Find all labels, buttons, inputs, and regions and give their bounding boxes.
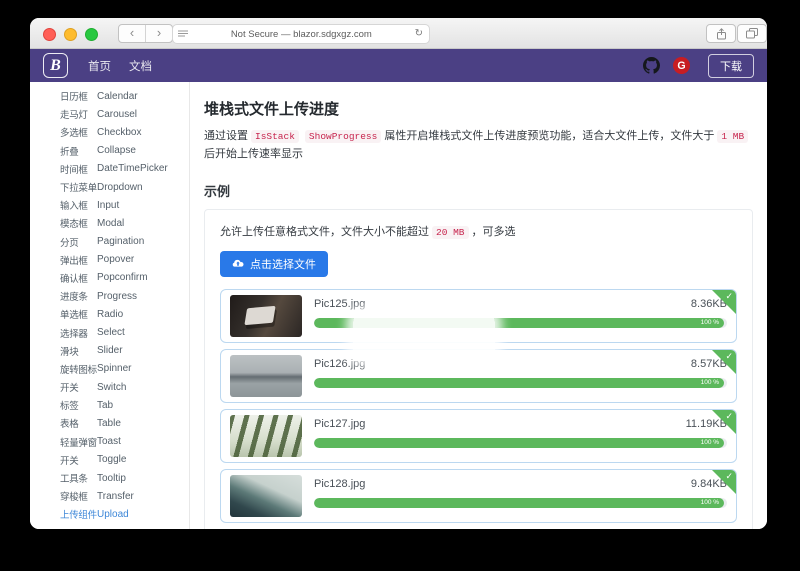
progress-fill: 100 % xyxy=(314,378,724,388)
app-navbar: B 首页 文档 G 下载 xyxy=(30,49,767,82)
progress-bar: 100 % xyxy=(314,498,727,508)
progress-bar: 100 % xyxy=(314,378,727,388)
github-icon[interactable] xyxy=(643,57,660,74)
reload-icon[interactable]: ↻ xyxy=(415,29,423,39)
window-controls xyxy=(43,28,98,41)
sidebar-item-popover[interactable]: 弹出框Popover xyxy=(30,251,189,269)
sidebar-item-tooltip[interactable]: 工具条Tooltip xyxy=(30,469,189,487)
minimize-window-button[interactable] xyxy=(64,28,77,41)
choose-file-button[interactable]: 点击选择文件 xyxy=(220,251,328,277)
component-sidebar: 日历框Calendar 走马灯Carousel 多选框Checkbox 折叠Co… xyxy=(30,82,190,529)
sidebar-item-input[interactable]: 输入框Input xyxy=(30,196,189,214)
zoom-window-button[interactable] xyxy=(85,28,98,41)
browser-titlebar: ‹ › Not Secure — blazor.sdgxgz.com ↻ xyxy=(30,18,767,49)
address-bar[interactable]: Not Secure — blazor.sdgxgz.com ↻ xyxy=(172,24,430,44)
washed-tooltip-overlay xyxy=(353,313,495,359)
check-icon: ✓ xyxy=(725,411,733,422)
close-window-button[interactable] xyxy=(43,28,56,41)
file-name: Pic128.jpg xyxy=(314,478,365,490)
sidebar-item-toast[interactable]: 轻量弹窗Toast xyxy=(30,433,189,451)
sidebar-item-radio[interactable]: 单选框Radio xyxy=(30,305,189,323)
sidebar-item-collapse[interactable]: 折叠Collapse xyxy=(30,142,189,160)
upload-hint: 允许上传任意格式文件，文件大小不能超过20 MB，可多选 xyxy=(220,223,737,239)
file-thumbnail xyxy=(230,415,302,457)
sidebar-item-calendar[interactable]: 日历框Calendar xyxy=(30,87,189,105)
sidebar-item-dropdown[interactable]: 下拉菜单Dropdown xyxy=(30,178,189,196)
code-badge-showprogress: ShowProgress xyxy=(305,130,381,143)
sidebar-item-toggle[interactable]: 开关Toggle xyxy=(30,451,189,469)
code-badge-isstack: IsStack xyxy=(251,130,299,143)
nav-links: 首页 文档 xyxy=(88,58,152,74)
file-name: Pic125.jpg xyxy=(314,298,365,310)
sidebar-item-checkbox[interactable]: 多选框Checkbox xyxy=(30,123,189,141)
check-icon: ✓ xyxy=(725,351,733,362)
sidebar-item-carousel[interactable]: 走马灯Carousel xyxy=(30,105,189,123)
cloud-upload-icon xyxy=(232,258,244,270)
progress-bar: 100 % xyxy=(314,438,727,448)
sidebar-item-popconfirm[interactable]: 确认框Popconfirm xyxy=(30,269,189,287)
file-thumbnail xyxy=(230,475,302,517)
url-text: Not Secure — blazor.sdgxgz.com xyxy=(188,29,415,40)
safari-window: ‹ › Not Secure — blazor.sdgxgz.com ↻ xyxy=(30,18,767,529)
desktop-background: ‹ › Not Secure — blazor.sdgxgz.com ↻ xyxy=(0,0,800,571)
gitee-letter: G xyxy=(677,60,685,72)
sidebar-item-tab[interactable]: 标签Tab xyxy=(30,396,189,414)
check-icon: ✓ xyxy=(725,471,733,482)
history-nav-buttons: ‹ › xyxy=(118,24,173,43)
demo-body: 允许上传任意格式文件，文件大小不能超过20 MB，可多选 点击选择文件 xyxy=(205,210,752,529)
demo-card: 允许上传任意格式文件，文件大小不能超过20 MB，可多选 点击选择文件 xyxy=(204,209,753,529)
sidebar-item-switch[interactable]: 开关Switch xyxy=(30,378,189,396)
code-badge-20mb: 20 MB xyxy=(432,226,469,239)
nav-link-docs[interactable]: 文档 xyxy=(129,58,152,74)
reader-icon[interactable] xyxy=(178,30,188,38)
main-content: 堆栈式文件上传进度 通过设置IsStackShowProgress属性开启堆栈式… xyxy=(190,82,767,529)
sidebar-item-table[interactable]: 表格Table xyxy=(30,414,189,432)
share-icon[interactable] xyxy=(706,24,736,43)
forward-icon[interactable]: › xyxy=(146,25,172,42)
sidebar-item-transfer[interactable]: 穿梭框Transfer xyxy=(30,487,189,505)
intro-paragraph: 通过设置IsStackShowProgress属性开启堆栈式文件上传进度预览功能… xyxy=(204,128,753,163)
sidebar-item-progress[interactable]: 进度条Progress xyxy=(30,287,189,305)
file-name: Pic127.jpg xyxy=(314,418,365,430)
progress-fill: 100 % xyxy=(314,498,724,508)
code-badge-1mb: 1 MB xyxy=(717,130,748,143)
tabs-overview-icon[interactable] xyxy=(737,24,767,43)
file-item: Pic128.jpg 9.84KB 100 % ✓ xyxy=(220,469,737,523)
page-content: 日历框Calendar 走马灯Carousel 多选框Checkbox 折叠Co… xyxy=(30,82,767,529)
sidebar-item-upload[interactable]: 上传组件Upload xyxy=(30,505,189,523)
back-icon[interactable]: ‹ xyxy=(119,25,146,42)
brand-logo[interactable]: B xyxy=(43,53,68,78)
progress-fill: 100 % xyxy=(314,438,724,448)
file-thumbnail xyxy=(230,355,302,397)
upload-file-list: Pic125.jpg 8.36KB 100 % ✓ xyxy=(220,289,737,523)
sidebar-item-modal[interactable]: 模态框Modal xyxy=(30,214,189,232)
navbar-right: G 下载 xyxy=(643,54,754,78)
download-button[interactable]: 下载 xyxy=(708,54,754,78)
page-title: 堆栈式文件上传进度 xyxy=(204,98,753,119)
file-name: Pic126.jpg xyxy=(314,358,365,370)
sidebar-item-spinner[interactable]: 旋转图标Spinner xyxy=(30,360,189,378)
nav-link-home[interactable]: 首页 xyxy=(88,58,111,74)
sidebar-item-slider[interactable]: 滑块Slider xyxy=(30,342,189,360)
example-section-title: 示例 xyxy=(204,181,753,200)
file-item: Pic127.jpg 11.19KB 100 % ✓ xyxy=(220,409,737,463)
sidebar-item-pagination[interactable]: 分页Pagination xyxy=(30,233,189,251)
sidebar-item-datetimepicker[interactable]: 时间框DateTimePicker xyxy=(30,160,189,178)
file-thumbnail xyxy=(230,295,302,337)
sidebar-item-select[interactable]: 选择器Select xyxy=(30,323,189,341)
gitee-icon[interactable]: G xyxy=(673,57,690,74)
check-icon: ✓ xyxy=(725,291,733,302)
